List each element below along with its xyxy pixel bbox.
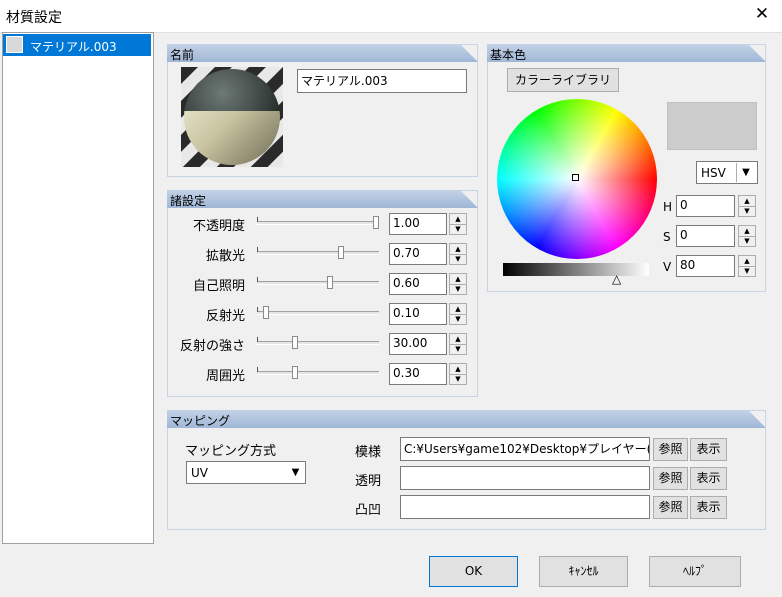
spin-button[interactable]: ▲ ▼ <box>449 303 467 325</box>
spin-button[interactable]: ▲ ▼ <box>738 225 756 247</box>
mapping-path-input[interactable] <box>400 466 650 490</box>
spin-down-icon[interactable]: ▼ <box>450 254 466 264</box>
spin-down-icon[interactable]: ▼ <box>450 344 466 354</box>
ok-button[interactable]: OK <box>429 556 518 587</box>
cancel-button[interactable]: ｷｬﾝｾﾙ <box>539 556 628 587</box>
hsv-label: H <box>663 200 673 214</box>
spin-down-icon[interactable]: ▼ <box>450 314 466 324</box>
slider-track[interactable] <box>257 341 379 345</box>
slider-track[interactable] <box>257 371 379 375</box>
show-button[interactable]: 表示 <box>690 438 727 461</box>
color-library-button[interactable]: カラーライブラリ <box>507 68 619 92</box>
spin-down-icon[interactable]: ▼ <box>739 236 755 246</box>
spin-down-icon[interactable]: ▼ <box>739 266 755 276</box>
title-bar: 材質設定 ✕ <box>0 0 782 32</box>
slider-tick <box>257 337 258 342</box>
slider-thumb[interactable] <box>338 246 344 259</box>
slider-track[interactable] <box>257 311 379 315</box>
mapping-row-label: 模様 <box>355 445 382 460</box>
slider-thumb[interactable] <box>263 306 269 319</box>
slider-tick <box>257 277 258 282</box>
chevron-down-icon[interactable]: ▼ <box>736 163 755 182</box>
color-panel-header: 基本色 <box>487 44 766 62</box>
settings-panel-title: 諸設定 <box>170 194 207 208</box>
color-mode-select[interactable]: HSV ▼ <box>696 161 758 184</box>
slider-tick <box>257 247 258 252</box>
color-mode-value: HSV <box>701 166 726 180</box>
color-panel-title: 基本色 <box>490 48 527 62</box>
slider-tick <box>257 217 258 222</box>
slider-track[interactable] <box>257 221 379 225</box>
browse-button[interactable]: 参照 <box>653 467 688 490</box>
color-wheel[interactable] <box>497 99 657 259</box>
setting-value-input[interactable]: 0.10 <box>389 303 447 325</box>
spin-down-icon[interactable]: ▼ <box>450 374 466 384</box>
slider-track[interactable] <box>257 281 379 285</box>
slider-tick <box>257 367 258 372</box>
mapping-panel-title: マッピング <box>170 414 231 428</box>
setting-value-input[interactable]: 30.00 <box>389 333 447 355</box>
setting-value-input[interactable]: 0.70 <box>389 243 447 265</box>
material-list[interactable] <box>2 32 154 544</box>
browse-button[interactable]: 参照 <box>653 438 688 461</box>
slider-thumb[interactable] <box>292 366 298 379</box>
browse-button[interactable]: 参照 <box>653 496 688 519</box>
close-icon[interactable]: ✕ <box>752 4 772 24</box>
spin-button[interactable]: ▲ ▼ <box>449 273 467 295</box>
material-list-item[interactable]: マテリアル.003 <box>3 34 151 56</box>
slider-track[interactable] <box>257 251 379 255</box>
settings-panel-header: 諸設定 <box>167 190 478 208</box>
brightness-bar[interactable] <box>503 263 649 276</box>
show-button[interactable]: 表示 <box>690 467 727 490</box>
spin-button[interactable]: ▲ ▼ <box>449 243 467 265</box>
chevron-down-icon[interactable]: ▼ <box>286 463 305 482</box>
color-wheel-cursor[interactable] <box>572 174 579 181</box>
hsv-value-input[interactable]: 0 <box>676 195 735 217</box>
show-button[interactable]: 表示 <box>690 496 727 519</box>
spin-down-icon[interactable]: ▼ <box>450 284 466 294</box>
spin-down-icon[interactable]: ▼ <box>450 224 466 234</box>
hsv-label: V <box>663 260 672 274</box>
material-name-input[interactable]: マテリアル.003 <box>297 69 467 93</box>
setting-label: 周囲光 <box>205 369 245 384</box>
hsv-value-input[interactable]: 0 <box>676 225 735 247</box>
name-panel-header: 名前 <box>167 44 478 62</box>
slider-thumb[interactable] <box>292 336 298 349</box>
help-button[interactable]: ﾍﾙﾌﾟ <box>649 556 741 587</box>
spin-button[interactable]: ▲ ▼ <box>738 255 756 277</box>
spin-button[interactable]: ▲ ▼ <box>449 213 467 235</box>
brightness-marker-icon[interactable]: △ <box>612 272 621 286</box>
slider-thumb[interactable] <box>327 276 333 289</box>
mapping-row-label: 透明 <box>355 474 382 489</box>
setting-label: 拡散光 <box>205 249 245 264</box>
hsv-label: S <box>663 230 671 244</box>
setting-value-input[interactable]: 1.00 <box>389 213 447 235</box>
setting-label: 自己照明 <box>192 279 245 294</box>
setting-value-input[interactable]: 0.60 <box>389 273 447 295</box>
setting-value-input[interactable]: 0.30 <box>389 363 447 385</box>
setting-label: 不透明度 <box>192 219 245 234</box>
spin-button[interactable]: ▲ ▼ <box>449 363 467 385</box>
material-swatch <box>6 36 23 53</box>
spin-down-icon[interactable]: ▼ <box>739 206 755 216</box>
mapping-method-select[interactable]: UV ▼ <box>186 461 306 484</box>
hsv-value-input[interactable]: 80 <box>676 255 735 277</box>
mapping-row-label: 凸凹 <box>355 503 382 518</box>
material-preview-sphere <box>181 67 283 167</box>
mapping-path-input[interactable]: C:¥Users¥game102¥Desktop¥プレイヤー( <box>400 437 650 461</box>
slider-tick <box>257 307 258 312</box>
mapping-path-input[interactable] <box>400 495 650 519</box>
color-preview-swatch <box>667 102 757 150</box>
window-title: 材質設定 <box>6 10 62 26</box>
name-panel-title: 名前 <box>170 48 195 62</box>
setting-label: 反射光 <box>205 309 245 324</box>
material-name: マテリアル.003 <box>30 40 117 54</box>
slider-thumb[interactable] <box>373 216 379 229</box>
mapping-panel-header: マッピング <box>167 410 766 428</box>
spin-button[interactable]: ▲ ▼ <box>449 333 467 355</box>
setting-label: 反射の強さ <box>179 339 245 354</box>
mapping-method-value: UV <box>191 466 208 480</box>
mapping-method-label: マッピング方式 <box>185 444 277 459</box>
spin-button[interactable]: ▲ ▼ <box>738 195 756 217</box>
